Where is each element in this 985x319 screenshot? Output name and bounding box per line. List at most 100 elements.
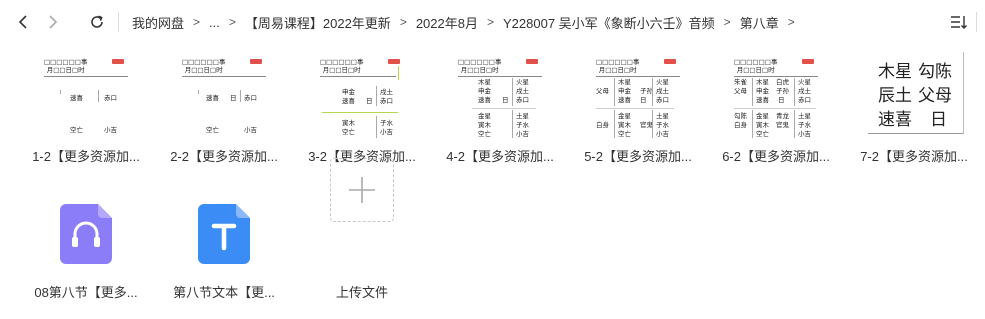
stamp-mark: [664, 59, 676, 64]
image-thumbnail: □□□□□□事 月□□日□时 朱雀 父母 木星 申金 速喜 白虎 子孙 日 火星 …: [730, 52, 822, 138]
back-button[interactable]: [10, 8, 36, 36]
thumb-cell: 官鬼: [776, 121, 789, 129]
breadcrumb-separator: >: [486, 15, 494, 29]
sort-icon: [951, 16, 967, 29]
thumb-cell: 空亡: [618, 130, 631, 138]
thumb-cell: 赤口: [104, 94, 117, 102]
file-grid: □□□□□□事 月□□日□时 速喜 赤口 空亡 小吉 1-2【更多资源加... □…: [0, 44, 985, 319]
breadcrumb-item-chapter[interactable]: 第八章: [736, 13, 783, 32]
thumb-cell: 速喜: [342, 97, 355, 105]
thumb-cell: 日: [778, 96, 785, 104]
plus-icon: [349, 177, 375, 203]
thumb-header: □□□□□□事: [44, 58, 88, 66]
thumb-cell: 赤口: [798, 96, 811, 104]
thumb-cell: 火星: [516, 78, 529, 86]
thumb-cell: 金星: [478, 112, 491, 120]
thumb-cell: 金星: [756, 112, 769, 120]
thumb-cell: 火星: [656, 78, 669, 86]
thumb-cell: 白身: [596, 121, 609, 129]
thumb-header: 月□□日□时: [322, 66, 361, 74]
breadcrumb-item-home[interactable]: 我的网盘: [128, 13, 188, 32]
thumb-cell: 父母: [918, 86, 952, 106]
thumb-cell: 辰土: [878, 86, 912, 106]
thumb-cell: 子水: [798, 121, 811, 129]
breadcrumb-item-course[interactable]: 【周易课程】2022年更新: [241, 13, 395, 32]
thumb-cell: 土星: [656, 112, 669, 120]
thumb-cell: 空亡: [478, 130, 491, 138]
chevron-left-icon: [18, 15, 27, 29]
thumb-cell: 日: [230, 94, 237, 102]
image-thumbnail: □□□□□□事 月□□日□时 父母 木星 申金 速喜 子孙 日 火星 戌土 赤口 …: [592, 52, 684, 138]
thumb-header: □□□□□□事: [458, 58, 502, 66]
thumb-header: □□□□□□事: [320, 58, 364, 66]
breadcrumb: 我的网盘 > ... > 【周易课程】2022年更新 > 2022年8月 > Y…: [128, 0, 800, 44]
forward-button[interactable]: [40, 8, 66, 36]
file-name: 6-2【更多资源加...: [722, 149, 830, 164]
chevron-right-icon: [49, 15, 58, 29]
thumb-cell: 速喜: [206, 94, 219, 102]
thumb-cell: 土星: [516, 112, 529, 120]
stamp-mark: [250, 59, 262, 64]
thumb-cell: 父母: [596, 87, 609, 95]
text-file-icon: [198, 204, 250, 264]
thumb-cell: 赤口: [244, 94, 257, 102]
image-thumbnail: □□□□□□事 月□□日□时 申金 速喜 日 戌土 赤口 寅木 空亡 子水 小吉: [316, 52, 408, 138]
toolbar-divider: [976, 12, 977, 32]
thumb-cell: 勾陈: [734, 112, 747, 120]
thumb-cell: 小吉: [104, 126, 117, 134]
thumb-cell: 速喜: [70, 94, 83, 102]
thumb-cell: 赤口: [380, 97, 393, 105]
upload-label: 上传文件: [335, 285, 388, 300]
audio-file-icon: [60, 204, 112, 264]
thumb-cell: 空亡: [206, 126, 219, 134]
thumb-header: □□□□□□事: [596, 58, 640, 66]
thumb-cell: 小吉: [656, 130, 669, 138]
thumb-cell: 木星: [756, 78, 769, 86]
thumb-cell: 木星: [478, 78, 491, 86]
breadcrumb-item-month[interactable]: 2022年8月: [412, 13, 482, 32]
thumb-cell: 寅木: [756, 121, 769, 129]
thumb-cell: 朱雀: [734, 78, 747, 86]
thumb-cell: 空亡: [756, 130, 769, 138]
breadcrumb-separator: >: [399, 15, 407, 29]
thumb-cell: 子水: [380, 119, 393, 127]
toolbar-divider: [118, 12, 119, 32]
upload-button[interactable]: [330, 158, 394, 222]
stamp-mark: [802, 59, 814, 64]
thumb-cell: 申金: [618, 87, 631, 95]
thumb-cell: 赤口: [516, 96, 529, 104]
thumb-cell: 戌土: [516, 87, 529, 95]
thumb-cell: 赤口: [656, 96, 669, 104]
thumb-cell: 戌土: [380, 88, 393, 96]
thumb-cell: 小吉: [516, 130, 529, 138]
stamp-mark: [526, 59, 538, 64]
thumb-cell: 木星: [878, 62, 912, 82]
file-name: 7-2【更多资源加...: [860, 149, 968, 164]
breadcrumb-item-series[interactable]: Y228007 吴小军《象断小六壬》音频: [499, 13, 719, 32]
thumb-header: □□□□□□事: [734, 58, 778, 66]
image-thumbnail: □□□□□□事 月□□日□时 速喜 赤口 空亡 小吉: [40, 52, 132, 138]
file-name: 2-2【更多资源加...: [170, 149, 278, 164]
file-name: 4-2【更多资源加...: [446, 149, 554, 164]
sort-button[interactable]: [947, 10, 971, 34]
divider: [44, 76, 128, 77]
thumb-cell: 空亡: [342, 128, 355, 136]
thumb-cell: 木星: [618, 78, 631, 86]
breadcrumb-item-ellipsis[interactable]: ...: [205, 15, 224, 30]
thumb-cell: 戌土: [798, 87, 811, 95]
thumb-cell: 日: [502, 96, 509, 104]
image-thumbnail: □□□□□□事 月□□日□时 木星 申金 速喜 日 火星 戌土 赤口 金星 寅木 …: [454, 52, 546, 138]
refresh-icon: [91, 15, 103, 28]
stamp-mark: [112, 59, 124, 64]
thumb-cell: 小吉: [798, 130, 811, 138]
breadcrumb-separator: >: [228, 15, 236, 29]
thumb-cell: 日: [640, 96, 647, 104]
thumb-cell: 寅木: [478, 121, 491, 129]
thumb-cell: 速喜: [756, 96, 769, 104]
thumb-cell: 子水: [656, 121, 669, 129]
thumb-cell: 火星: [798, 78, 811, 86]
thumb-cell: 土星: [798, 112, 811, 120]
breadcrumb-separator: >: [723, 15, 731, 29]
file-name: 5-2【更多资源加...: [584, 149, 692, 164]
refresh-button[interactable]: [84, 8, 110, 36]
